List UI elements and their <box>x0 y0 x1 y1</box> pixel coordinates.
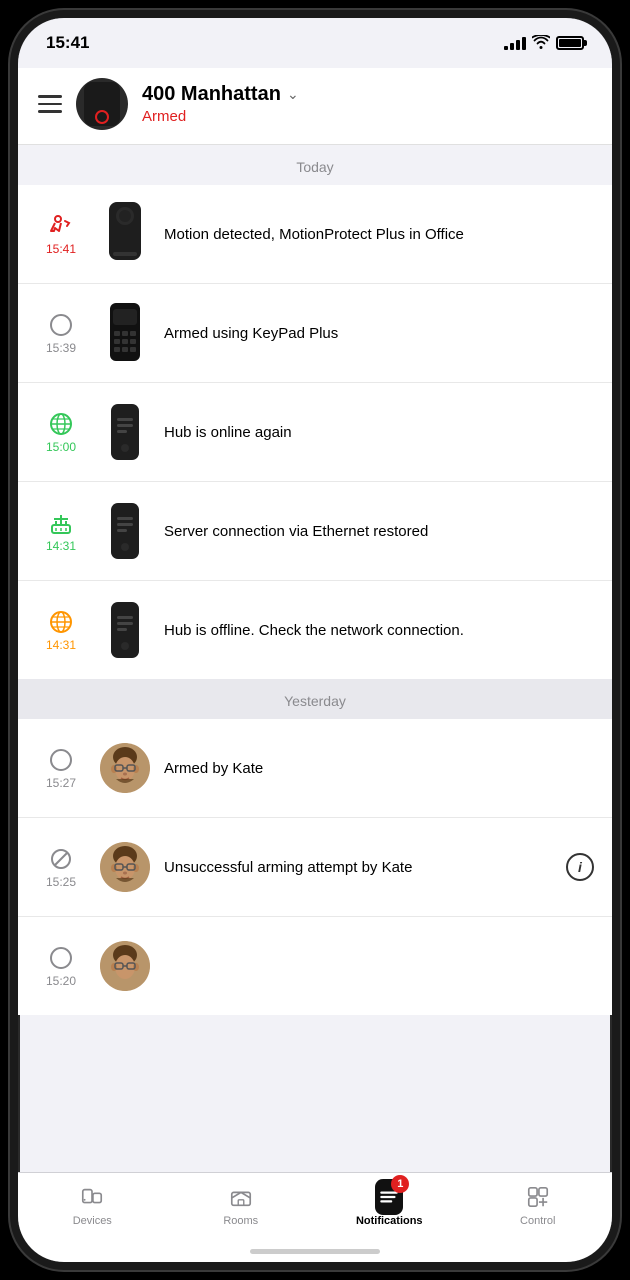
notif-time: 15:20 <box>46 974 76 988</box>
notif-time: 15:00 <box>46 440 76 454</box>
notif-message: Armed by Kate <box>164 758 594 779</box>
armed-icon <box>47 311 75 339</box>
armed-icon <box>47 746 75 774</box>
notif-left: 15:00 <box>36 410 86 454</box>
device-image <box>100 298 150 368</box>
header: 400 Manhattan ⌄ Armed <box>18 68 612 145</box>
notif-left: 15:39 <box>36 311 86 355</box>
hub-avatar <box>76 78 128 130</box>
nav-item-notifications[interactable]: 1 Notifications <box>315 1181 464 1229</box>
notification-item[interactable]: 15:39 <box>18 284 612 383</box>
chevron-down-icon: ⌄ <box>287 86 299 103</box>
avatar-container <box>100 832 150 902</box>
info-button[interactable]: i <box>566 853 594 881</box>
notif-left: 15:25 <box>36 845 86 889</box>
location-title: 400 Manhattan <box>142 83 281 106</box>
user-avatar <box>100 941 150 991</box>
notif-time: 14:31 <box>46 638 76 652</box>
status-time: 15:41 <box>46 33 89 53</box>
notif-time: 15:41 <box>46 242 76 256</box>
header-info: 400 Manhattan ⌄ Armed <box>142 83 592 125</box>
nav-label-rooms: Rooms <box>223 1215 258 1227</box>
notification-item[interactable]: 15:27 <box>18 719 612 818</box>
notif-left: 15:41 <box>36 212 86 256</box>
motion-icon <box>47 212 75 240</box>
status-bar: 15:41 <box>18 18 612 68</box>
circle-icon <box>47 944 75 972</box>
battery-icon <box>556 36 584 50</box>
device-image <box>100 595 150 665</box>
notif-time: 15:27 <box>46 776 76 790</box>
user-avatar <box>100 743 150 793</box>
content-scroll[interactable]: Today 15:41 <box>18 145 612 1189</box>
notification-item[interactable]: 14:31 Server connection via Ethernet res… <box>18 482 612 581</box>
notif-time: 14:31 <box>46 539 76 553</box>
signal-bars-icon <box>504 36 526 50</box>
status-icons <box>504 35 584 52</box>
ethernet-icon <box>47 509 75 537</box>
device-image <box>100 496 150 566</box>
rooms-icon <box>227 1183 255 1211</box>
notif-time: 15:25 <box>46 875 76 889</box>
notif-message: Armed using KeyPad Plus <box>164 323 594 344</box>
nav-label-notifications: Notifications <box>356 1215 423 1227</box>
device-image <box>100 397 150 467</box>
globe-online-icon <box>47 410 75 438</box>
notifications-badge: 1 <box>391 1175 409 1193</box>
menu-button[interactable] <box>38 95 62 113</box>
notification-item[interactable]: 14:31 Hub is offline. Check the network … <box>18 581 612 679</box>
arm-status: Armed <box>142 108 592 125</box>
yesterday-list: 15:27 <box>18 719 612 1015</box>
device-image <box>100 199 150 269</box>
notif-left: 15:20 <box>36 944 86 988</box>
globe-offline-icon <box>47 608 75 636</box>
devices-icon <box>78 1183 106 1211</box>
nav-label-control: Control <box>520 1215 555 1227</box>
user-avatar <box>100 842 150 892</box>
notif-message: Motion detected, MotionProtect Plus in O… <box>164 224 594 245</box>
today-list: 15:41 Motion detected, MotionProtect Plu… <box>18 185 612 679</box>
notif-message: Hub is online again <box>164 422 594 443</box>
section-header-today: Today <box>18 145 612 185</box>
notification-item[interactable]: 15:00 Hub is online again <box>18 383 612 482</box>
nav-item-devices[interactable]: Devices <box>18 1181 167 1229</box>
notifications-icon: 1 <box>375 1183 403 1211</box>
notif-left: 14:31 <box>36 509 86 553</box>
notif-message: Unsuccessful arming attempt by Kate <box>164 857 552 878</box>
nav-label-devices: Devices <box>73 1215 112 1227</box>
phone-frame: 15:41 <box>10 10 620 1270</box>
avatar-container <box>100 931 150 1001</box>
notification-item[interactable]: 15:41 Motion detected, MotionProtect Plu… <box>18 185 612 284</box>
avatar-container <box>100 733 150 803</box>
section-header-yesterday: Yesterday <box>18 679 612 719</box>
control-icon <box>524 1183 552 1211</box>
notif-message: Hub is offline. Check the network connec… <box>164 620 594 641</box>
home-indicator <box>250 1249 380 1254</box>
notification-item[interactable]: 15:25 <box>18 818 612 917</box>
notif-message: Server connection via Ethernet restored <box>164 521 594 542</box>
header-title-row[interactable]: 400 Manhattan ⌄ <box>142 83 592 106</box>
notif-left: 15:27 <box>36 746 86 790</box>
notif-left: 14:31 <box>36 608 86 652</box>
banned-icon <box>47 845 75 873</box>
nav-item-rooms[interactable]: Rooms <box>167 1181 316 1229</box>
notification-item[interactable]: 15:20 <box>18 917 612 1015</box>
wifi-icon <box>532 35 550 52</box>
nav-item-control[interactable]: Control <box>464 1181 613 1229</box>
notif-time: 15:39 <box>46 341 76 355</box>
